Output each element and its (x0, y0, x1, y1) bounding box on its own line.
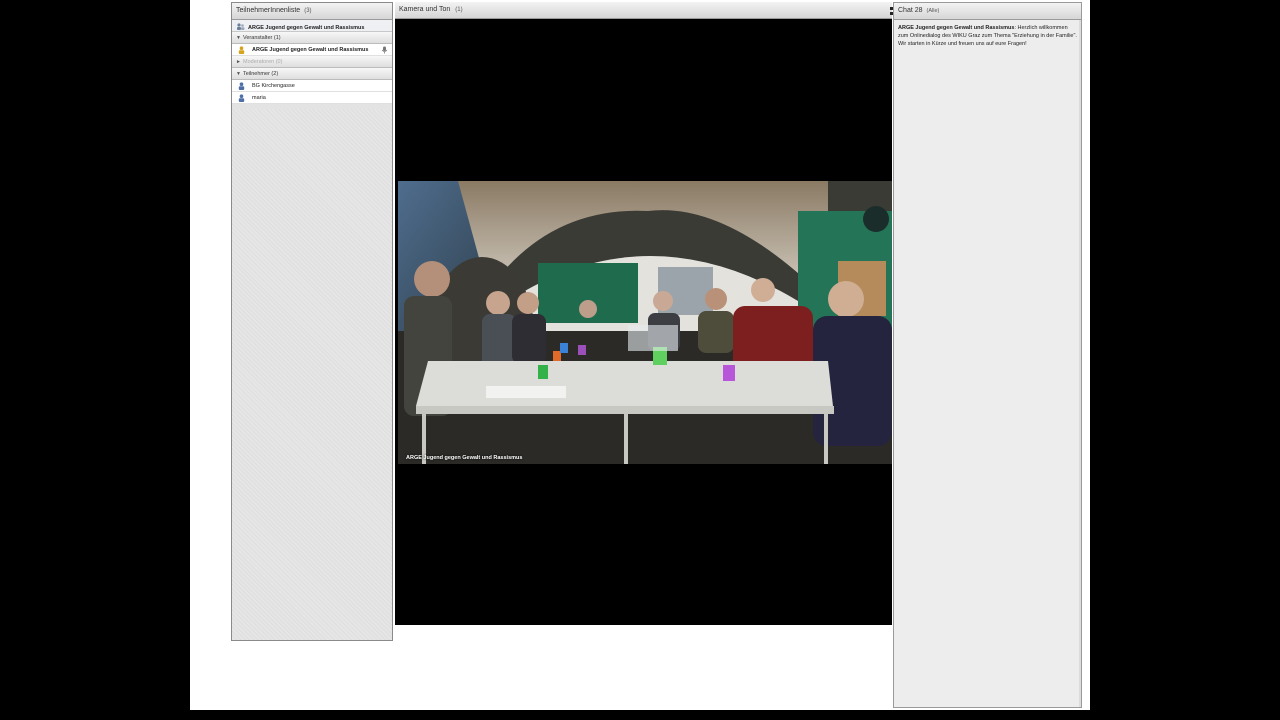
attendee-list-title: TeilnehmerInnenliste (236, 7, 301, 14)
chevron-down-icon: ▼ (236, 35, 241, 41)
participant-row[interactable]: maria (232, 92, 392, 104)
chat-scrollbar[interactable] (1079, 20, 1081, 707)
chevron-down-icon: ▼ (236, 71, 241, 77)
pod-menu-icon[interactable] (890, 7, 894, 16)
group-presenters-label: Moderatoren (0) (243, 59, 283, 65)
participant-name: maria (252, 95, 266, 101)
microphone-icon (381, 46, 388, 54)
chat-header: Chat 28 (Alle) (894, 3, 1081, 20)
attendee-list-header: TeilnehmerInnenliste (3) (232, 3, 392, 20)
host-row[interactable]: ARGE Jugend gegen Gewalt und Rassismus (232, 44, 392, 56)
chat-title: Chat 28 (898, 7, 923, 14)
camera-pod: Kamera und Ton (1) ARGE Jugend gegen Gew… (395, 2, 892, 625)
group-hosts-label: Veranstalter (1) (243, 35, 281, 41)
current-user-name: ARGE Jugend gegen Gewalt und Rassismus (248, 25, 365, 31)
chat-message: ARGE Jugend gegen Gewalt und Rassismus: … (898, 25, 1077, 47)
video-caption: ARGE Jugend gegen Gewalt und Rassismus (406, 455, 523, 461)
participant-row[interactable]: BG Kirchengasse (232, 80, 392, 92)
attendee-list-empty-area (232, 109, 392, 640)
group-presenters[interactable]: ► Moderatoren (0) (232, 56, 392, 68)
chat-message-sender: ARGE Jugend gegen Gewalt und Rassismus (898, 25, 1015, 31)
people-icon (237, 23, 245, 30)
user-icon (238, 94, 245, 102)
chevron-right-icon: ► (236, 59, 241, 65)
host-user-icon (238, 46, 245, 54)
attendee-count: (3) (304, 8, 312, 14)
current-user-row[interactable]: ARGE Jugend gegen Gewalt und Rassismus (232, 20, 392, 32)
host-name: ARGE Jugend gegen Gewalt und Rassismus (252, 47, 369, 53)
group-participants-label: Teilnehmer (2) (243, 71, 279, 77)
video-stream[interactable]: ARGE Jugend gegen Gewalt und Rassismus (398, 181, 892, 464)
camera-pod-header: Kamera und Ton (1) (395, 2, 892, 19)
group-participants[interactable]: ▼ Teilnehmer (2) (232, 68, 392, 80)
camera-count: (1) (455, 7, 463, 13)
chat-pod: Chat 28 (Alle) ARGE Jugend gegen Gewalt u… (890, 2, 1082, 708)
video-scene-image (398, 181, 892, 464)
camera-pod-title: Kamera und Ton (399, 6, 451, 13)
group-hosts[interactable]: ▼ Veranstalter (1) (232, 32, 392, 44)
attendee-list-pod: TeilnehmerInnenliste (3) ARGE Jugend gege… (231, 2, 393, 641)
participant-name: BG Kirchengasse (252, 83, 295, 89)
chat-scope[interactable]: (Alle) (927, 8, 940, 14)
user-icon (238, 82, 245, 90)
